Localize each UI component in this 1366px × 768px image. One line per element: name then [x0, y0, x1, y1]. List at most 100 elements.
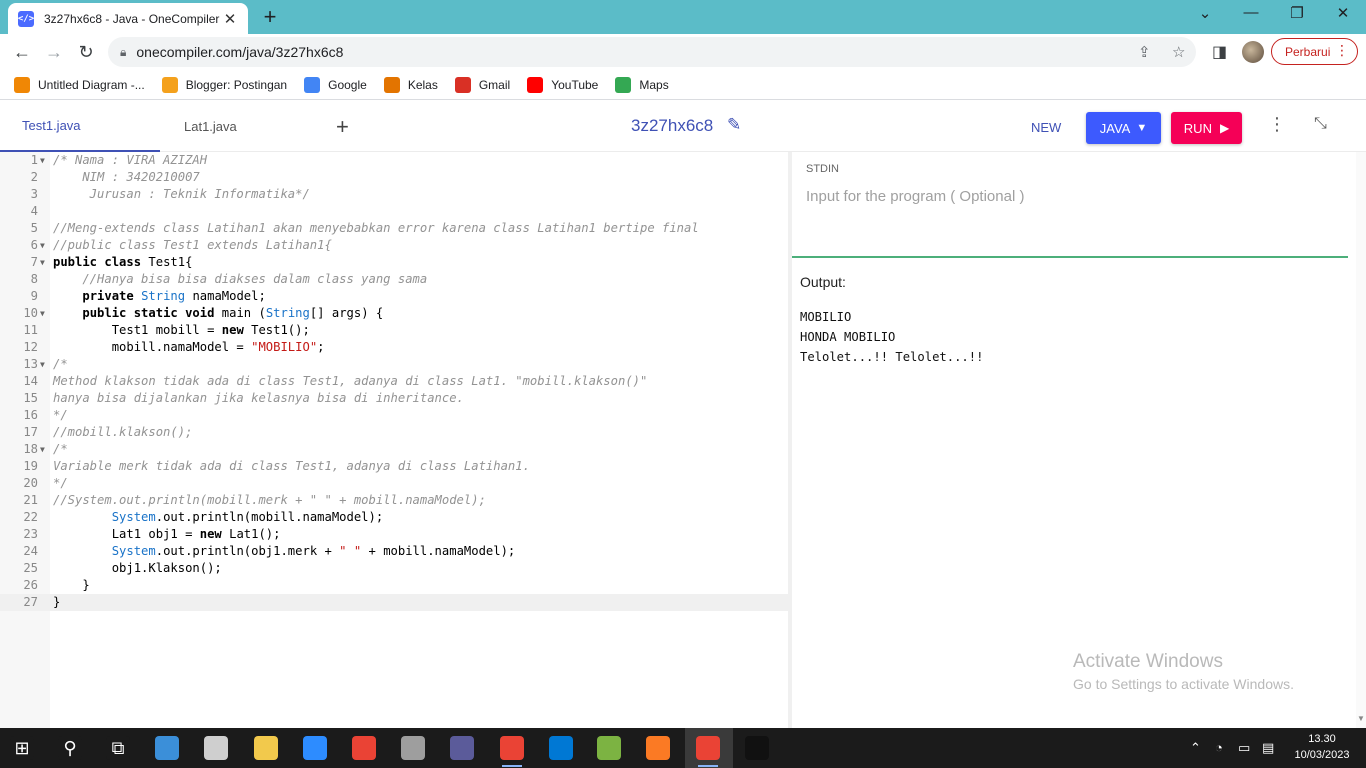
file-tab-test1[interactable]: Test1.java	[0, 101, 160, 152]
bookmark-star-icon[interactable]: ☆	[1172, 43, 1185, 61]
code-line[interactable]: 8 //Hanya bisa bisa diakses dalam class …	[0, 271, 788, 288]
code-line[interactable]: 13 ▼ /*	[0, 356, 788, 373]
forward-arrow-icon[interactable]: →	[42, 40, 66, 64]
taskbar-search-icon[interactable]: ⚲	[58, 736, 82, 760]
battery-icon[interactable]: ▭	[1238, 740, 1250, 756]
run-button[interactable]: RUN ▶	[1171, 112, 1242, 144]
code-line[interactable]: 26 }	[0, 577, 788, 594]
code-line[interactable]: 27}	[0, 594, 788, 611]
bookmark-item[interactable]: Google	[304, 76, 367, 93]
file-tab-lat1[interactable]: Lat1.java	[184, 101, 237, 152]
code-line[interactable]: 1 ▼ /* Nama : VIRA AZIZAH	[0, 152, 788, 169]
bookmark-item[interactable]: Maps	[615, 76, 669, 93]
taskbar-calculator-icon[interactable]	[450, 736, 474, 760]
tray-chevron-icon[interactable]: ⌃	[1190, 740, 1201, 756]
taskbar-notepadpp-icon[interactable]	[597, 736, 621, 760]
code-text: mobill.namaModel = "MOBILIO";	[53, 339, 325, 356]
code-line[interactable]: 10 ▼ public static void main (String[] ar…	[0, 305, 788, 322]
bookmark-item[interactable]: YouTube	[527, 76, 598, 93]
code-line[interactable]: 19 Variable merk tidak ada di class Test1…	[0, 458, 788, 475]
taskbar-chrome-profile-icon[interactable]	[500, 736, 524, 767]
fold-arrow-icon[interactable]: ▼	[40, 152, 45, 169]
code-line[interactable]: 12 mobill.namaModel = "MOBILIO";	[0, 339, 788, 356]
edit-pencil-icon[interactable]: ✎	[727, 115, 741, 135]
update-chrome-button[interactable]: Perbarui ⋮	[1271, 38, 1358, 65]
fold-arrow-icon[interactable]: ▼	[40, 356, 45, 373]
code-line[interactable]: 22 System.out.println(mobill.namaModel);	[0, 509, 788, 526]
scroll-down-arrow-icon[interactable]: ▼	[1357, 714, 1365, 723]
wifi-icon[interactable]: ◔	[1215, 740, 1223, 755]
code-line[interactable]: 3 Jurusan : Teknik Informatika*/	[0, 186, 788, 203]
reload-icon[interactable]: ↻	[74, 40, 98, 64]
address-bar[interactable]: 🔒︎ onecompiler.com/java/3z27hx6c8 ⇪ ☆	[108, 37, 1196, 67]
line-number: 20	[23, 476, 38, 490]
side-panel-icon[interactable]: ◨	[1212, 42, 1227, 62]
collapse-icon[interactable]: ⤡	[1314, 115, 1327, 133]
code-token: Lat1();	[229, 527, 281, 541]
code-token: */	[53, 476, 68, 490]
code-text: //public class Test1 extends Latihan1{	[53, 237, 332, 254]
restore-button[interactable]: ❐	[1282, 4, 1312, 22]
page-scrollbar[interactable]	[1356, 152, 1366, 728]
bookmark-item[interactable]: Kelas	[383, 76, 438, 93]
stdin-input[interactable]	[806, 188, 1346, 205]
add-file-icon[interactable]: +	[336, 114, 349, 140]
code-line[interactable]: 16 */	[0, 407, 788, 424]
notification-icon[interactable]: ▤	[1262, 740, 1274, 756]
fold-arrow-icon[interactable]: ▼	[40, 237, 45, 254]
code-editor[interactable]: 1 ▼/* Nama : VIRA AZIZAH 2 NIM : 342021000…	[0, 152, 788, 728]
taskbar-vscode-icon[interactable]	[549, 736, 573, 760]
taskbar-explorer-icon[interactable]	[254, 736, 278, 760]
code-line[interactable]: 4	[0, 203, 788, 220]
taskbar-paint-icon[interactable]	[204, 736, 228, 760]
code-line[interactable]: 14 Method klakson tidak ada di class Test…	[0, 373, 788, 390]
new-button[interactable]: NEW	[1031, 120, 1061, 135]
taskbar-xampp-icon[interactable]	[646, 736, 670, 760]
code-line[interactable]: 9 private String namaModel;	[0, 288, 788, 305]
code-line[interactable]: 15 hanya bisa dijalankan jika kelasnya bi…	[0, 390, 788, 407]
taskbar-vm-icon[interactable]	[401, 736, 425, 760]
code-line[interactable]: 21 //System.out.println(mobill.merk + " "…	[0, 492, 788, 509]
share-icon[interactable]: ⇪	[1138, 43, 1151, 61]
bookmark-item[interactable]: Gmail	[454, 76, 510, 93]
taskbar-media-icon[interactable]	[155, 736, 179, 760]
taskbar-clock[interactable]: 13.30 10/03/2023	[1288, 731, 1356, 763]
taskbar-photos-icon[interactable]	[745, 736, 769, 760]
back-arrow-icon[interactable]: ←	[10, 40, 34, 64]
line-number: 5	[30, 221, 38, 235]
taskbar-chrome-active-icon[interactable]	[696, 736, 720, 767]
code-line[interactable]: 17 //mobill.klakson();	[0, 424, 788, 441]
minimize-button[interactable]: —	[1236, 4, 1266, 21]
tab-search-icon[interactable]: ⌄	[1190, 4, 1220, 22]
taskbar-taskview-icon[interactable]: ⧉	[106, 736, 130, 760]
fold-arrow-icon[interactable]: ▼	[40, 441, 45, 458]
code-line[interactable]: 20 */	[0, 475, 788, 492]
new-tab-button[interactable]: +	[258, 4, 282, 30]
code-line[interactable]: 25 obj1.Klakson();	[0, 560, 788, 577]
code-line[interactable]: 24 System.out.println(obj1.merk + " " + …	[0, 543, 788, 560]
onecompiler-favicon-icon: </>	[18, 10, 34, 27]
line-number: 4	[30, 204, 38, 218]
window-close-button[interactable]: ✕	[1328, 4, 1358, 22]
more-options-icon[interactable]: ⋮	[1268, 114, 1286, 135]
code-line[interactable]: 7 ▼ public class Test1{	[0, 254, 788, 271]
lock-icon[interactable]: 🔒︎	[120, 45, 126, 60]
close-tab-icon[interactable]: ✕	[222, 10, 238, 28]
code-line[interactable]: 18 ▼ /*	[0, 441, 788, 458]
taskbar-zoom-icon[interactable]	[303, 736, 327, 760]
code-line[interactable]: 6 ▼ //public class Test1 extends Latihan1{	[0, 237, 788, 254]
fold-arrow-icon[interactable]: ▼	[40, 254, 45, 271]
code-line[interactable]: 11 Test1 mobill = new Test1();	[0, 322, 788, 339]
taskbar-chrome-icon[interactable]	[352, 736, 376, 760]
code-line[interactable]: 2 NIM : 3420210007	[0, 169, 788, 186]
bookmark-item[interactable]: Blogger: Postingan	[161, 76, 287, 93]
profile-avatar[interactable]	[1242, 41, 1264, 63]
taskbar-start-icon[interactable]: ⊞	[10, 736, 34, 760]
browser-tab[interactable]: </> 3z27hx6c8 - Java - OneCompiler ✕	[8, 3, 248, 34]
fold-arrow-icon[interactable]: ▼	[40, 305, 45, 322]
code-line[interactable]: 5 //Meng-extends class Latihan1 akan meny…	[0, 220, 788, 237]
line-number: 25	[23, 561, 38, 575]
bookmark-item[interactable]: Untitled Diagram -...	[14, 76, 145, 93]
language-select-button[interactable]: JAVA ▼	[1086, 112, 1161, 144]
code-line[interactable]: 23 Lat1 obj1 = new Lat1();	[0, 526, 788, 543]
